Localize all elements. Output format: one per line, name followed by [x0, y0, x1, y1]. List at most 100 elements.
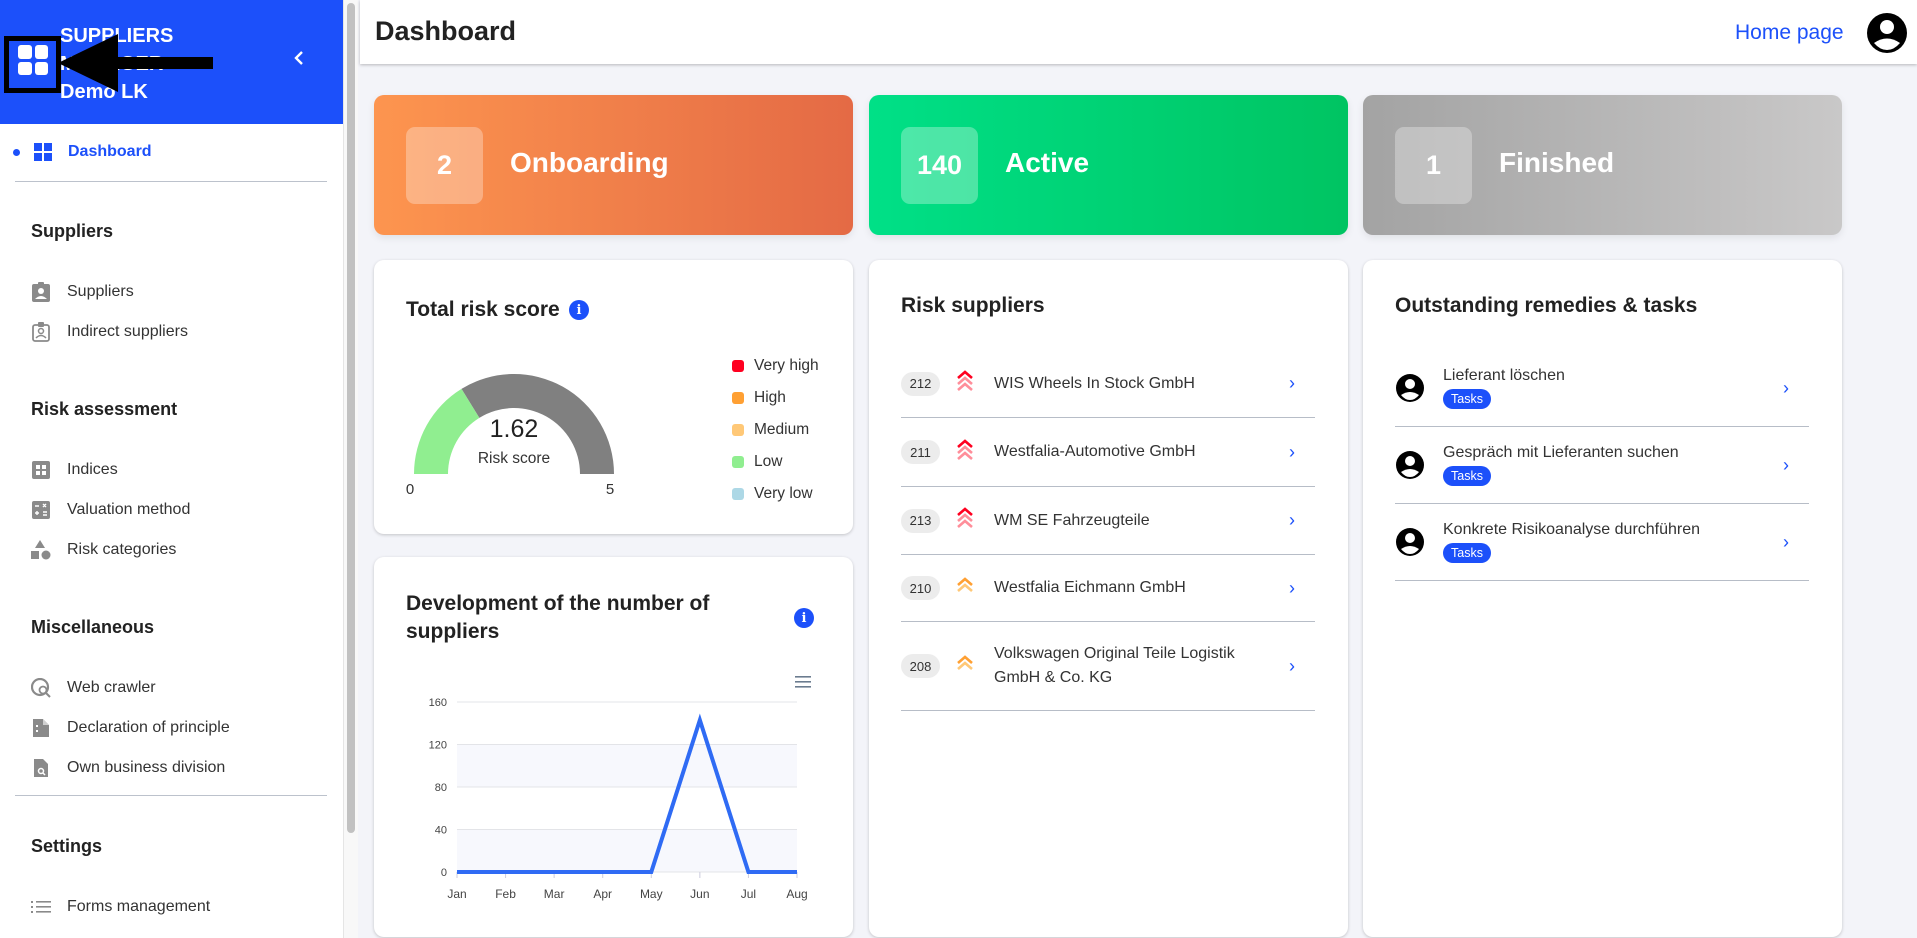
account-circle-icon: [1395, 373, 1425, 403]
development-card: Development of the number of suppliers i…: [374, 557, 853, 937]
task-tag: Tasks: [1443, 389, 1491, 409]
task-body: Konkrete Risikoanalyse durchführen Tasks: [1443, 521, 1700, 563]
sidebar-item-forms-management[interactable]: Forms management: [31, 895, 321, 919]
y-tick-label: 80: [435, 782, 447, 794]
account-circle-icon[interactable]: [1866, 12, 1908, 54]
stat-card-finished[interactable]: 1 Finished: [1363, 95, 1842, 235]
sidebar-item-declaration-of-principle[interactable]: Declaration of principle: [31, 716, 321, 740]
shapes-icon: [31, 540, 51, 560]
sidebar-item-dashboard[interactable]: Dashboard: [0, 140, 343, 164]
sidebar-item-web-crawler[interactable]: Web crawler: [31, 676, 321, 700]
supplier-name: Westfalia-Automotive GmbH: [994, 443, 1196, 460]
supplier-id-badge: 213: [901, 508, 940, 533]
risk-suppliers-list: 212 WIS Wheels In Stock GmbH › 211 Westf…: [901, 350, 1315, 711]
chevron-right-icon[interactable]: ›: [1289, 510, 1295, 531]
task-body: Lieferant löschen Tasks: [1443, 367, 1565, 409]
sidebar-item-label: Indices: [67, 461, 118, 478]
x-tick-label: Apr: [593, 887, 612, 901]
legend-swatch: [732, 424, 744, 436]
info-icon[interactable]: i: [569, 300, 589, 320]
chevron-right-icon[interactable]: ›: [1289, 442, 1295, 463]
info-icon[interactable]: i: [794, 608, 814, 628]
sidebar-item-valuation-method[interactable]: Valuation method: [31, 498, 321, 522]
scrollbar-thumb[interactable]: [347, 3, 355, 833]
section-title-suppliers: Suppliers: [31, 221, 114, 241]
y-tick-label: 0: [441, 867, 447, 879]
gauge-max: 5: [606, 481, 614, 498]
stat-label: Onboarding: [510, 147, 669, 178]
supplier-id-badge: 211: [901, 440, 940, 464]
risk-very-high-icon: [956, 507, 974, 534]
top-bar: Dashboard Home page: [360, 0, 1917, 64]
task-body: Gespräch mit Lieferanten suchen Tasks: [1443, 444, 1679, 486]
card-title: Total risk score: [406, 298, 560, 321]
legend-swatch: [732, 360, 744, 372]
supplier-name: Volkswagen Original Teile Logistik GmbH …: [994, 645, 1235, 686]
home-page-link[interactable]: Home page: [1735, 21, 1844, 45]
plot-band: [457, 744, 797, 787]
card-title: Outstanding remedies & tasks: [1395, 294, 1698, 317]
task-row[interactable]: Lieferant löschen Tasks ›: [1395, 350, 1809, 427]
legend-label: Very high: [754, 357, 819, 374]
chevron-right-icon[interactable]: ›: [1289, 578, 1295, 599]
stat-value: 1: [1395, 127, 1472, 204]
outstanding-tasks-card: Outstanding remedies & tasks Lieferant l…: [1363, 260, 1842, 937]
list-icon: [31, 897, 51, 917]
card-title: Risk suppliers: [901, 294, 1045, 317]
risk-supplier-row[interactable]: 210 Westfalia Eichmann GmbH ›: [901, 555, 1315, 622]
sidebar-item-own-business-division[interactable]: Own business division: [31, 756, 321, 780]
risk-supplier-row[interactable]: 208 Volkswagen Original Teile Logistik G…: [901, 622, 1315, 711]
sidebar-item-indices[interactable]: Indices: [31, 458, 321, 482]
task-tag: Tasks: [1443, 466, 1491, 486]
risk-very-high-icon: [956, 438, 974, 466]
chevron-right-icon[interactable]: ›: [1289, 656, 1295, 677]
document-icon: [31, 718, 51, 738]
task-tag: Tasks: [1443, 543, 1491, 563]
stat-card-active[interactable]: 140 Active: [869, 95, 1348, 235]
sidebar-item-risk-categories[interactable]: Risk categories: [31, 538, 321, 562]
chevron-right-icon[interactable]: ›: [1783, 532, 1789, 553]
chevron-right-icon[interactable]: ›: [1783, 378, 1789, 399]
sidebar-item-label: Own business division: [67, 759, 226, 776]
sidebar-item-suppliers[interactable]: Suppliers: [31, 280, 321, 304]
supplier-name: WM SE Fahrzeugteile: [994, 511, 1150, 529]
chevron-right-icon[interactable]: ›: [1289, 373, 1295, 394]
section-title-settings: Settings: [31, 836, 103, 856]
sidebar-item-label: Valuation method: [67, 501, 191, 518]
stat-value: 2: [406, 127, 483, 204]
x-tick-label: Jan: [447, 887, 466, 901]
sidebar-item-label: Risk categories: [67, 541, 177, 558]
annotation-arrow-icon: [58, 34, 213, 92]
supplier-id-badge: 212: [901, 371, 940, 396]
risk-supplier-row[interactable]: 213 WM SE Fahrzeugteile ›: [901, 487, 1315, 555]
x-tick-label: Aug: [786, 887, 807, 901]
gauge-label: Risk score: [478, 450, 550, 467]
sidebar-header: SUPPLIERS MANAGER Demo LK: [0, 0, 343, 124]
risk-supplier-row[interactable]: 212 WIS Wheels In Stock GmbH ›: [901, 350, 1315, 418]
sidebar-item-label: Forms management: [67, 898, 211, 915]
legend-swatch: [732, 456, 744, 468]
gauge-min: 0: [406, 481, 414, 498]
risk-supplier-row[interactable]: 211 Westfalia-Automotive GmbH ›: [901, 418, 1315, 487]
task-row[interactable]: Konkrete Risikoanalyse durchführen Tasks…: [1395, 504, 1809, 581]
sidebar-item-label: Suppliers: [67, 283, 134, 300]
chevron-left-icon[interactable]: [292, 48, 306, 74]
risk-suppliers-card: Risk suppliers 212 WIS Wheels In Stock G…: [869, 260, 1348, 937]
sidebar-divider: [15, 795, 327, 796]
account-circle-icon: [1395, 450, 1425, 480]
risk-very-high-icon: [956, 370, 974, 397]
calculator-icon: [31, 500, 51, 520]
sidebar-item-label: Dashboard: [68, 143, 152, 160]
sidebar-item-indirect-suppliers[interactable]: Indirect suppliers: [31, 320, 321, 344]
task-row[interactable]: Gespräch mit Lieferanten suchen Tasks ›: [1395, 427, 1809, 504]
sidebar-item-label: Web crawler: [67, 679, 156, 696]
supplier-id-badge: 208: [901, 654, 940, 678]
y-tick-label: 40: [435, 825, 447, 837]
x-tick-label: Mar: [544, 887, 565, 901]
stat-card-onboarding[interactable]: 2 Onboarding: [374, 95, 853, 235]
annotation-highlight-box: [4, 36, 61, 93]
chevron-right-icon[interactable]: ›: [1783, 455, 1789, 476]
account-circle-icon: [1395, 527, 1425, 557]
card-title: Development of the number of suppliers: [406, 592, 710, 643]
sidebar-scrollbar[interactable]: [343, 0, 358, 938]
